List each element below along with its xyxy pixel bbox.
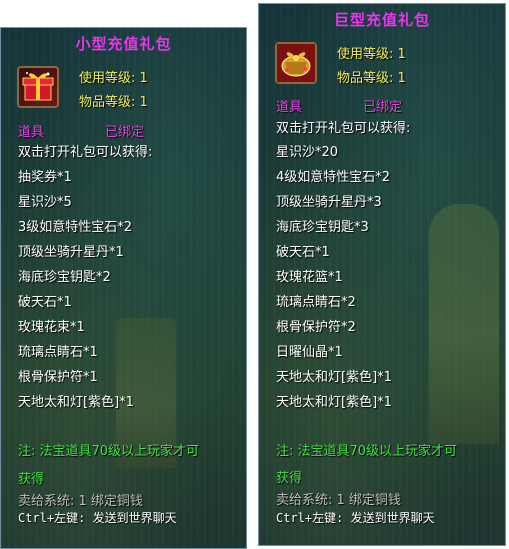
reward-item: 顶级坐骑升星丹*1 — [18, 245, 124, 260]
reward-item: 琉璃点睛石*1 — [18, 345, 98, 360]
item-title: 巨型充值礼包 — [333, 11, 430, 29]
reward-item: 星识沙*20 — [276, 145, 339, 160]
sell-price: 卖给系统: 1 绑定铜钱 — [18, 494, 143, 509]
note-line-1: 注: 法宝道具70级以上玩家才可 — [18, 444, 200, 459]
use-level: 使用等级: 1 — [79, 71, 148, 86]
tooltip-small-recharge-pack: 小型充值礼包 使用等级: 1 物品等级: 1 道具 已绑定 双击打开礼包可以获得… — [0, 27, 247, 549]
reward-item: 天地太和灯[紫色]*1 — [18, 395, 134, 410]
note-line-1: 注: 法宝道具70级以上玩家才可 — [276, 444, 458, 459]
item-level: 物品等级: 1 — [337, 71, 406, 86]
reward-item: 顶级坐骑升星丹*3 — [276, 195, 382, 210]
reward-item: 星识沙*5 — [18, 195, 72, 210]
reward-item: 抽奖券*1 — [18, 170, 72, 185]
bound-status: 已绑定 — [363, 100, 403, 115]
reward-item: 3级如意特性宝石*2 — [18, 220, 133, 235]
red-gift-box-icon — [17, 66, 59, 108]
use-level: 使用等级: 1 — [337, 47, 406, 62]
item-level: 物品等级: 1 — [79, 95, 148, 110]
note-line-2: 获得 — [276, 471, 303, 486]
reward-item: 海底珍宝钥匙*2 — [18, 270, 111, 285]
reward-item: 破天石*1 — [18, 295, 72, 310]
reward-item: 海底珍宝钥匙*3 — [276, 220, 369, 235]
reward-item: 根骨保护符*2 — [276, 320, 356, 335]
reward-item: 4级如意特性宝石*2 — [276, 170, 391, 185]
reward-item: 玫瑰花束*1 — [18, 320, 85, 335]
tooltip-huge-recharge-pack: 巨型充值礼包 使用等级: 1 物品等级: 1 道具 已绑定 双击打开礼包可以获得… — [258, 3, 506, 546]
note-line-2: 获得 — [18, 472, 45, 487]
bound-status: 已绑定 — [105, 125, 145, 140]
open-instruction: 双击打开礼包可以获得: — [276, 121, 411, 136]
item-type: 道具 — [18, 125, 45, 140]
reward-item: 天地太和灯[紫色]*1 — [276, 370, 392, 385]
ctrl-click-hint: Ctrl+左键: 发送到世界聊天 — [276, 511, 435, 525]
reward-item: 日曜仙晶*1 — [276, 345, 343, 360]
sell-price: 卖给系统: 1 绑定铜钱 — [276, 493, 401, 508]
gold-gift-basket-icon — [275, 42, 317, 84]
item-type: 道具 — [276, 100, 303, 115]
reward-item: 天地太和灯[紫色]*1 — [276, 395, 392, 410]
ctrl-click-hint: Ctrl+左键: 发送到世界聊天 — [18, 511, 177, 525]
reward-item: 玫瑰花篮*1 — [276, 270, 343, 285]
reward-item: 破天石*1 — [276, 245, 330, 260]
background-scenery — [429, 204, 499, 444]
reward-item: 琉璃点睛石*2 — [276, 295, 356, 310]
item-title: 小型充值礼包 — [75, 35, 172, 53]
reward-item: 根骨保护符*1 — [18, 370, 98, 385]
open-instruction: 双击打开礼包可以获得: — [18, 145, 153, 160]
